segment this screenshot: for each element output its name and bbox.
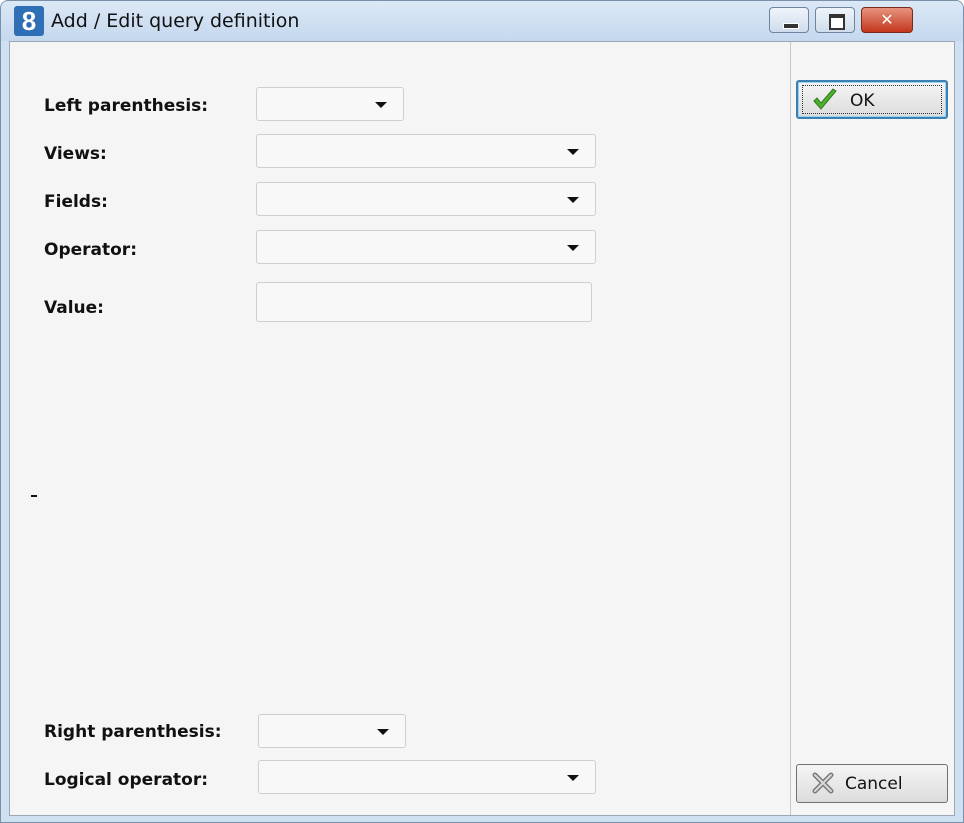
operator-dropdown[interactable] <box>256 230 596 264</box>
left-parenthesis-dropdown[interactable] <box>256 87 404 121</box>
chevron-down-icon <box>567 775 579 781</box>
maximize-icon <box>829 14 845 30</box>
chevron-down-icon <box>377 729 389 735</box>
close-button[interactable]: ✕ <box>861 7 913 33</box>
ok-button[interactable]: OK <box>796 80 948 119</box>
minimize-icon <box>783 23 799 29</box>
logical-operator-label: Logical operator: <box>44 770 209 790</box>
left-parenthesis-label: Left parenthesis: <box>44 96 209 116</box>
close-icon: ✕ <box>880 10 894 29</box>
stray-dash-mark <box>31 495 37 497</box>
title-bar[interactable]: 8 Add / Edit query definition ✕ <box>1 1 963 41</box>
chevron-down-icon <box>567 197 579 203</box>
window-title: Add / Edit query definition <box>51 10 300 32</box>
fields-dropdown[interactable] <box>256 182 596 216</box>
minimize-button[interactable] <box>769 7 809 33</box>
button-panel-divider <box>790 42 791 815</box>
fields-label: Fields: <box>44 192 108 212</box>
logical-operator-dropdown[interactable] <box>258 760 596 794</box>
operator-label: Operator: <box>44 240 137 260</box>
ok-label: OK <box>850 91 875 111</box>
cancel-button[interactable]: Cancel <box>796 764 948 803</box>
views-label: Views: <box>44 144 107 164</box>
maximize-button[interactable] <box>815 7 855 33</box>
cancel-label: Cancel <box>845 774 903 794</box>
checkmark-icon <box>813 88 837 110</box>
value-label: Value: <box>44 298 104 318</box>
right-parenthesis-dropdown[interactable] <box>258 714 406 748</box>
chevron-down-icon <box>567 245 579 251</box>
dialog-body: Left parenthesis: Views: Fields: Operato… <box>9 41 955 816</box>
right-parenthesis-label: Right parenthesis: <box>44 722 222 742</box>
chevron-down-icon <box>567 149 579 155</box>
dialog-window: 8 Add / Edit query definition ✕ Left par… <box>0 0 964 823</box>
chevron-down-icon <box>375 102 387 108</box>
cancel-x-icon <box>812 772 834 794</box>
value-input[interactable] <box>256 282 592 322</box>
app-icon: 8 <box>14 6 44 36</box>
views-dropdown[interactable] <box>256 134 596 168</box>
